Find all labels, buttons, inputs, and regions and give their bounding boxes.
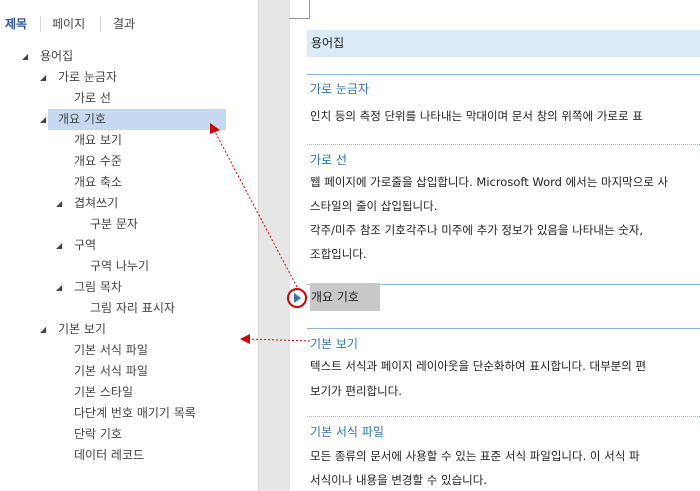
annotation-arrow-line bbox=[213, 129, 298, 288]
annotation-arrowhead-icon bbox=[240, 334, 250, 344]
annotation-overlay bbox=[210, 123, 311, 344]
annotation-arrowhead-icon bbox=[210, 123, 220, 134]
annotation-arrow-line bbox=[247, 338, 311, 342]
